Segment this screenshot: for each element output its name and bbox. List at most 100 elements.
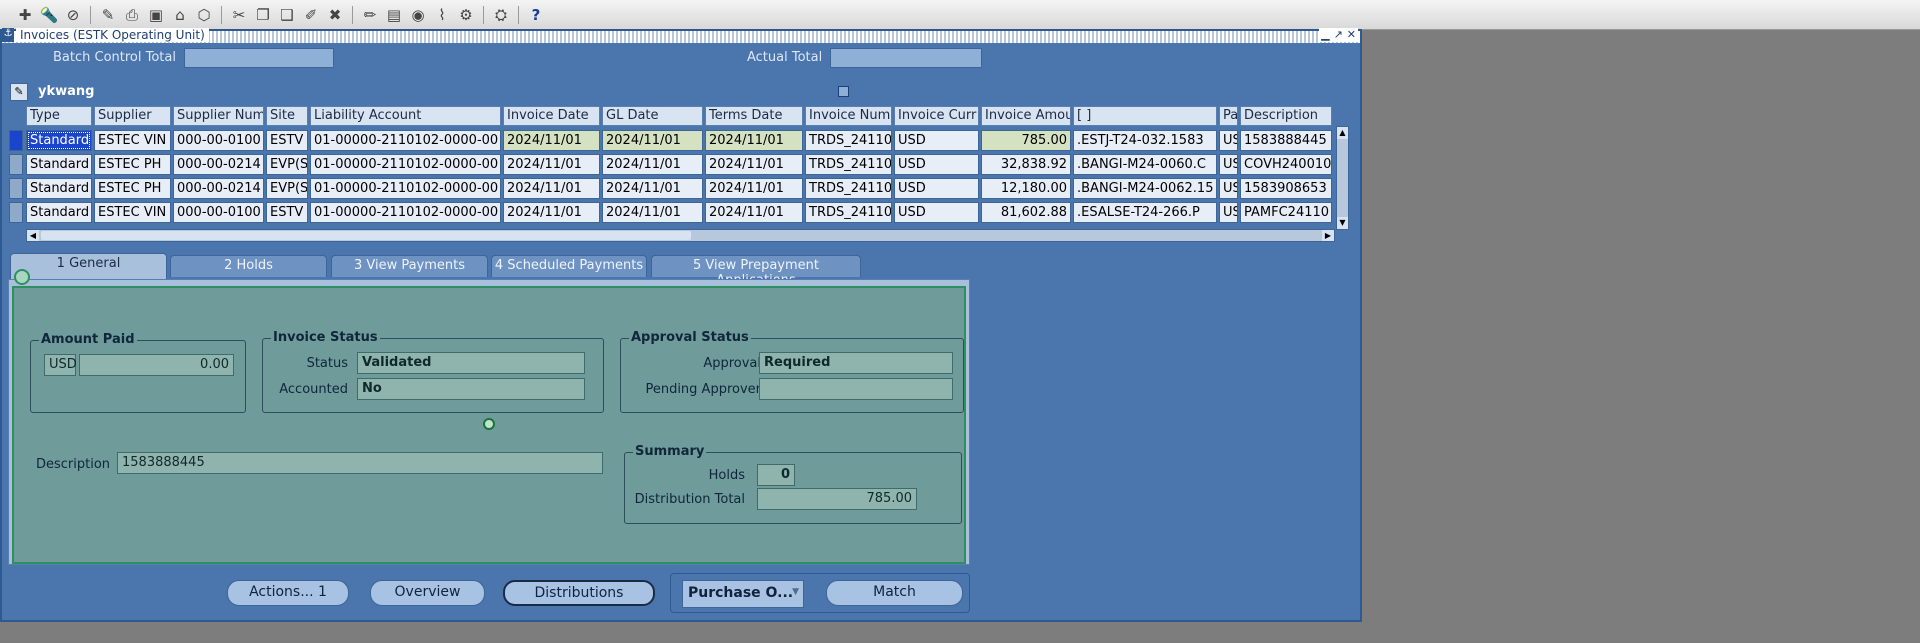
cell-gl-date[interactable]: 2024/11/01 <box>602 202 703 223</box>
translations-icon[interactable]: ◉ <box>407 4 429 26</box>
col-header-type[interactable]: Type <box>26 106 92 126</box>
cell-terms-date[interactable]: 2024/11/01 <box>705 130 803 151</box>
cell-type[interactable]: Standard <box>26 178 92 199</box>
folder-icon[interactable]: ✎ <box>10 83 28 101</box>
cell-context[interactable]: .BANGI-M24-0062.15 <box>1073 178 1217 199</box>
cell-pa[interactable]: US <box>1219 202 1238 223</box>
col-header-liability-account[interactable]: Liability Account <box>310 106 501 126</box>
close-form-icon[interactable]: ▣ <box>145 4 167 26</box>
tab-holds[interactable]: 2 Holds <box>170 255 327 277</box>
attachments-icon[interactable]: ⌂ <box>169 4 191 26</box>
clear-record-icon[interactable]: ✐ <box>300 4 322 26</box>
scroll-thumb[interactable] <box>41 231 691 240</box>
cell-supplier-num[interactable]: 000-00-0214 <box>173 178 264 199</box>
tab-scheduled-payments[interactable]: 4 Scheduled Payments <box>491 255 647 277</box>
cell-supplier-num[interactable]: 000-00-0100 <box>173 130 264 151</box>
tab-general[interactable]: 1 General <box>10 253 167 279</box>
cell-terms-date[interactable]: 2024/11/01 <box>705 154 803 175</box>
save-icon[interactable]: ✎ <box>97 4 119 26</box>
actions-button[interactable]: Actions... 1 <box>227 580 349 606</box>
col-header-terms-date[interactable]: Terms Date <box>705 106 803 126</box>
cell-supplier[interactable]: ESTEC VIN <box>94 130 171 151</box>
match-button[interactable]: Match <box>826 580 963 606</box>
cell-description[interactable]: PAMFC24110 <box>1240 202 1332 223</box>
cell-context[interactable]: .BANGI-M24-0060.C <box>1073 154 1217 175</box>
description-field[interactable]: 1583888445 <box>117 452 603 474</box>
cell-invoice-num[interactable]: TRDS_24110 <box>805 130 892 151</box>
col-header-supplier[interactable]: Supplier <box>94 106 171 126</box>
col-header-invoice-num[interactable]: Invoice Num <box>805 106 892 126</box>
cell-terms-date[interactable]: 2024/11/01 <box>705 202 803 223</box>
cell-gl-date[interactable]: 2024/11/01 <box>602 178 703 199</box>
cell-gl-date[interactable]: 2024/11/01 <box>602 154 703 175</box>
folder-tools-icon[interactable]: ⚙ <box>455 4 477 26</box>
cut-icon[interactable]: ✂ <box>228 4 250 26</box>
col-header-pa[interactable]: Pa <box>1219 106 1238 126</box>
print-icon[interactable]: ⎙ <box>121 4 143 26</box>
cell-invoice-amount[interactable]: 785.00 <box>981 130 1071 151</box>
cell-invoice-curr[interactable]: USD <box>894 178 979 199</box>
cell-pa[interactable]: US <box>1219 130 1238 151</box>
checkbox[interactable] <box>838 86 849 97</box>
cell-invoice-curr[interactable]: USD <box>894 154 979 175</box>
col-header-invoice-date[interactable]: Invoice Date <box>503 106 600 126</box>
find-icon[interactable]: 🔦 <box>38 4 60 26</box>
col-header-description[interactable]: Description <box>1240 106 1332 126</box>
col-header-invoice-curr[interactable]: Invoice Curr <box>894 106 979 126</box>
col-header-context[interactable]: [ ] <box>1073 106 1217 126</box>
cell-invoice-curr[interactable]: USD <box>894 202 979 223</box>
cell-terms-date[interactable]: 2024/11/01 <box>705 178 803 199</box>
cell-type[interactable]: Standard <box>26 130 92 151</box>
scroll-right-icon[interactable]: ▶ <box>1322 230 1334 241</box>
cell-invoice-date[interactable]: 2024/11/01 <box>503 130 600 151</box>
zoom-icon[interactable]: ▤ <box>383 4 405 26</box>
col-header-site[interactable]: Site <box>266 106 308 126</box>
cell-invoice-amount[interactable]: 32,838.92 <box>981 154 1071 175</box>
cell-supplier[interactable]: ESTEC PH <box>94 178 171 199</box>
scroll-up-icon[interactable]: ▲ <box>1337 127 1348 139</box>
cell-invoice-date[interactable]: 2024/11/01 <box>503 178 600 199</box>
overview-button[interactable]: Overview <box>370 580 485 606</box>
vertical-scrollbar[interactable]: ▲ ▼ <box>1336 126 1349 230</box>
cell-invoice-num[interactable]: TRDS_24110 <box>805 178 892 199</box>
cell-pa[interactable]: US <box>1219 154 1238 175</box>
cell-invoice-date[interactable]: 2024/11/01 <box>503 154 600 175</box>
copy-icon[interactable]: ❐ <box>252 4 274 26</box>
distributions-button[interactable]: Distributions <box>503 580 655 606</box>
col-header-gl-date[interactable]: GL Date <box>602 106 703 126</box>
cell-type[interactable]: Standard <box>26 154 92 175</box>
row-selector[interactable] <box>9 130 23 151</box>
cell-liability-account[interactable]: 01-00000-2110102-0000-00 <box>310 178 501 199</box>
cell-description[interactable]: 1583908653 <box>1240 178 1332 199</box>
cell-context[interactable]: .ESTJ-T24-032.1583 <box>1073 130 1217 151</box>
title-bar[interactable]: ⚓ Invoices (ESTK Operating Unit) ▁ ↗ ✕ <box>2 28 1360 43</box>
row-selector[interactable] <box>9 202 23 223</box>
paste-icon[interactable]: ❑ <box>276 4 298 26</box>
cell-liability-account[interactable]: 01-00000-2110102-0000-00 <box>310 202 501 223</box>
batch-control-total-field[interactable] <box>184 48 334 68</box>
horizontal-scrollbar[interactable]: ◀ ▶ <box>26 229 1335 242</box>
cell-invoice-num[interactable]: TRDS_24110 <box>805 154 892 175</box>
cell-liability-account[interactable]: 01-00000-2110102-0000-00 <box>310 130 501 151</box>
scroll-down-icon[interactable]: ▼ <box>1337 217 1348 229</box>
cell-site[interactable]: ESTV <box>266 130 308 151</box>
attach-icon[interactable]: ⌇ <box>431 4 453 26</box>
window-help-icon[interactable]: ⛭ <box>490 4 512 26</box>
purchase-order-select[interactable]: Purchase O... ▼ <box>682 580 804 608</box>
cell-description[interactable]: COVH240010 <box>1240 154 1332 175</box>
scroll-left-icon[interactable]: ◀ <box>27 230 39 241</box>
navigator-icon[interactable]: ⊘ <box>62 4 84 26</box>
col-header-invoice-amount[interactable]: Invoice Amour <box>981 106 1071 126</box>
row-selector[interactable] <box>9 154 23 175</box>
close-icon[interactable]: ✕ <box>1347 28 1356 42</box>
edit-field-icon[interactable]: ✏ <box>359 4 381 26</box>
cell-pa[interactable]: US <box>1219 178 1238 199</box>
row-selector[interactable] <box>9 178 23 199</box>
cell-supplier[interactable]: ESTEC VIN <box>94 202 171 223</box>
cell-invoice-date[interactable]: 2024/11/01 <box>503 202 600 223</box>
cell-site[interactable]: EVP(S <box>266 154 308 175</box>
actual-total-field[interactable] <box>830 48 982 68</box>
cell-supplier-num[interactable]: 000-00-0100 <box>173 202 264 223</box>
cell-supplier-num[interactable]: 000-00-0214 <box>173 154 264 175</box>
col-header-supplier-num[interactable]: Supplier Num <box>173 106 264 126</box>
